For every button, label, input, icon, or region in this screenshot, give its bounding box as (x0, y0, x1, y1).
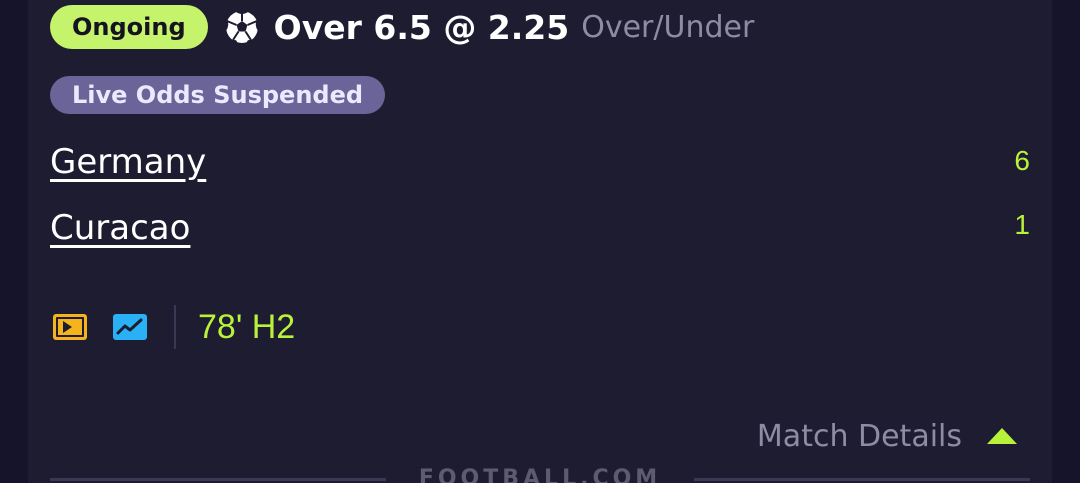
match-actions: 78' H2 (50, 304, 295, 350)
soccer-ball-icon (224, 9, 260, 45)
odds-status-badge: Live Odds Suspended (50, 76, 386, 114)
bet-header: Ongoing Over 6.5 @ 2.25 Over/Under (50, 5, 754, 49)
away-team-link[interactable]: Curacao (50, 208, 190, 248)
bet-selection: Over 6.5 @ 2.25 (273, 7, 570, 47)
home-team-score: 6 (1014, 145, 1030, 176)
match-details-label: Match Details (756, 418, 962, 454)
status-badge: Ongoing (50, 5, 208, 49)
stats-chart-icon[interactable] (110, 307, 150, 347)
match-clock: 78' H2 (198, 307, 296, 346)
live-stream-icon[interactable] (50, 307, 90, 347)
chevron-up-icon (987, 428, 1017, 444)
brand-watermark: FOOTBALL.COM (418, 466, 662, 483)
market-label: Over/Under (581, 9, 755, 45)
home-team-link[interactable]: Germany (50, 142, 206, 182)
away-team-score: 1 (1014, 209, 1030, 240)
footer-divider-left (50, 478, 386, 481)
actions-divider (174, 305, 176, 349)
footer-divider-right (694, 478, 1030, 481)
match-details-toggle[interactable]: Match Details (757, 414, 1018, 458)
bet-card: Ongoing Over 6.5 @ 2.25 Over/Under Live … (28, 0, 1052, 483)
